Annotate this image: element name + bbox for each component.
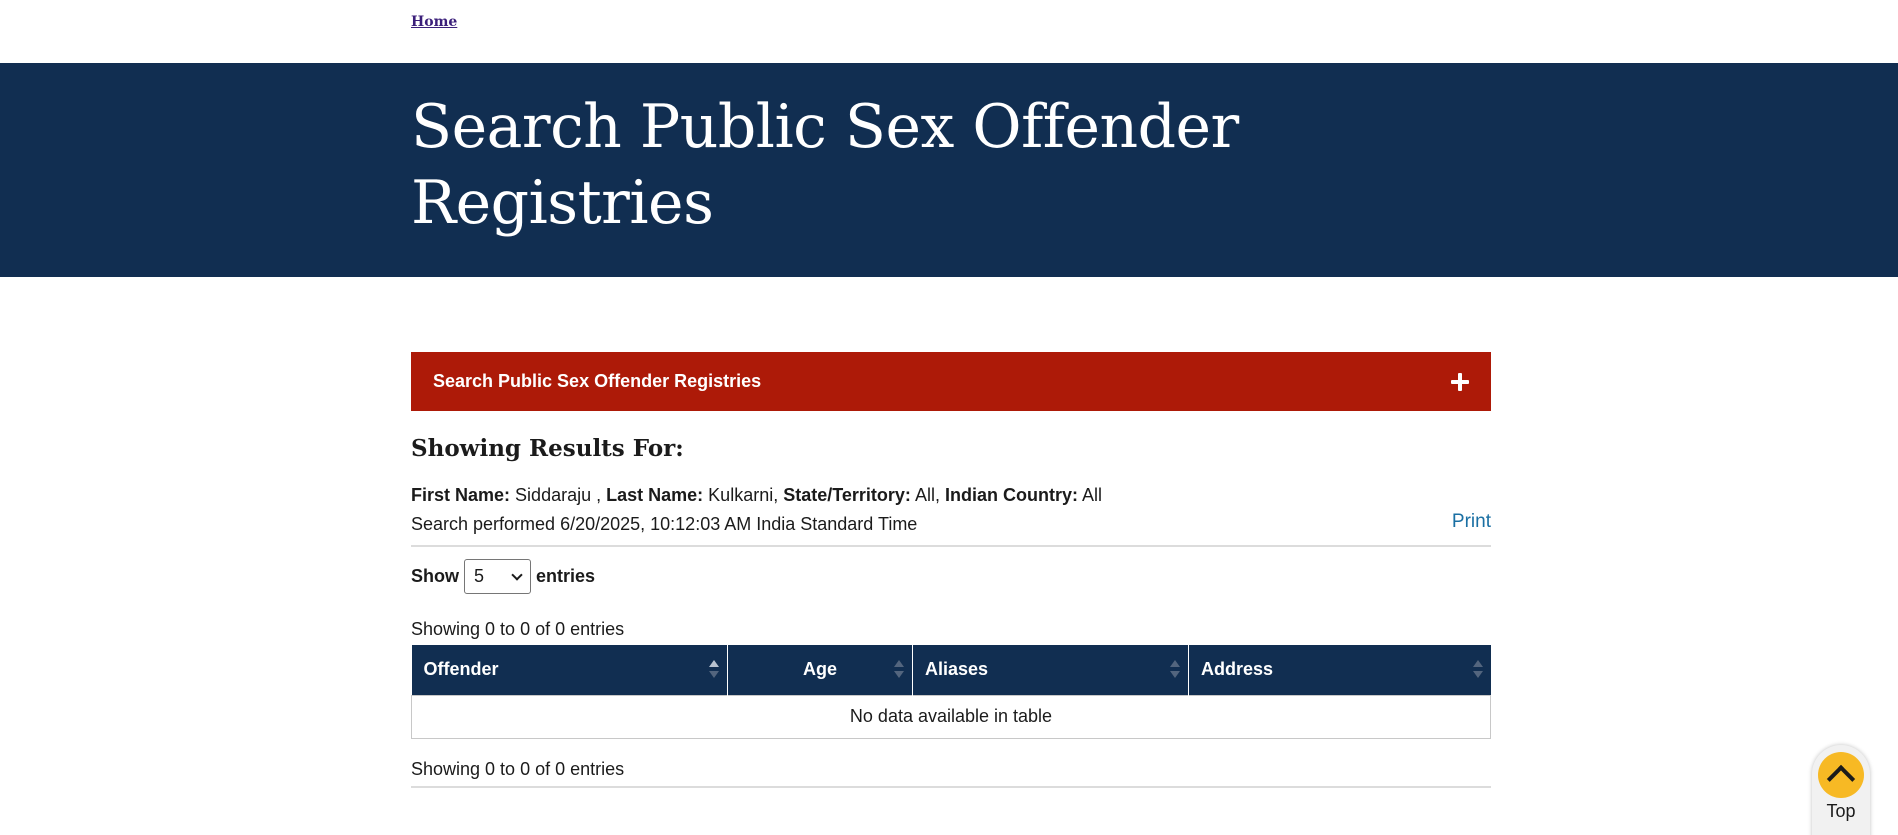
page-title-line2: Registries bbox=[411, 168, 714, 238]
show-label: Show bbox=[411, 566, 459, 586]
last-name-value: Kulkarni, bbox=[708, 485, 779, 505]
back-to-top-button[interactable]: Top bbox=[1812, 745, 1870, 835]
first-name-value: Siddaraju , bbox=[515, 485, 602, 505]
first-name-label: First Name: bbox=[411, 485, 511, 505]
home-link[interactable]: Home bbox=[411, 14, 457, 30]
column-header-offender[interactable]: Offender bbox=[411, 645, 728, 695]
entries-label: entries bbox=[536, 566, 596, 586]
chevron-up-icon bbox=[1818, 752, 1864, 798]
page-title: Search Public Sex Offender Registries bbox=[411, 89, 1311, 241]
state-value: All, bbox=[914, 485, 940, 505]
column-label: Address bbox=[1201, 659, 1274, 680]
indian-country-label: Indian Country: bbox=[944, 485, 1078, 505]
column-label: Aliases bbox=[925, 659, 989, 680]
main-content: Search Public Sex Offender Registries Sh… bbox=[411, 352, 1491, 788]
search-criteria: First Name: Siddaraju , Last Name: Kulka… bbox=[411, 481, 1491, 539]
last-name-label: Last Name: bbox=[606, 485, 704, 505]
column-header-aliases[interactable]: Aliases bbox=[912, 645, 1189, 695]
table-info-bottom: Showing 0 to 0 of 0 entries bbox=[411, 758, 625, 779]
sort-icon bbox=[1472, 660, 1483, 680]
column-header-address[interactable]: Address bbox=[1188, 645, 1491, 695]
criteria-line: First Name: Siddaraju , Last Name: Kulka… bbox=[411, 481, 1491, 510]
column-label: Age bbox=[802, 659, 837, 680]
entries-select-value: 5 bbox=[474, 566, 485, 586]
indian-country-value: All bbox=[1081, 485, 1102, 505]
table-header-row: Offender Age Aliases Address bbox=[411, 645, 1491, 695]
state-label: State/Territory: bbox=[783, 485, 911, 505]
page-title-line1: Search Public Sex Offender bbox=[411, 92, 1239, 162]
table-row: No data available in table bbox=[411, 694, 1491, 739]
sort-icon bbox=[894, 660, 904, 680]
search-accordion-toggle[interactable]: Search Public Sex Offender Registries bbox=[411, 352, 1491, 411]
back-to-top-label: Top bbox=[1826, 801, 1856, 821]
entries-select[interactable]: 5 bbox=[464, 559, 531, 594]
print-link[interactable]: Print bbox=[1452, 507, 1491, 536]
results-heading: Showing Results For: bbox=[411, 435, 684, 462]
search-timestamp: Search performed 6/20/2025, 10:12:03 AM … bbox=[411, 514, 918, 534]
page-length-control: Show 5 entries bbox=[411, 559, 1491, 594]
page-header: Search Public Sex Offender Registries bbox=[0, 63, 1898, 277]
accordion-title: Search Public Sex Offender Registries bbox=[433, 371, 762, 391]
divider bbox=[411, 545, 1491, 547]
sort-icon bbox=[1170, 660, 1180, 680]
sort-icon bbox=[709, 660, 719, 680]
results-table: Offender Age Aliases Address No data ava… bbox=[411, 645, 1491, 739]
empty-table-message: No data available in table bbox=[411, 694, 1491, 739]
chevron-down-icon bbox=[511, 568, 523, 581]
divider bbox=[411, 785, 1491, 788]
column-label: Offender bbox=[423, 659, 499, 680]
table-info-top: Showing 0 to 0 of 0 entries bbox=[411, 619, 625, 639]
column-header-age[interactable]: Age bbox=[727, 645, 913, 695]
plus-icon bbox=[1451, 372, 1469, 391]
top-nav: Home bbox=[0, 0, 1898, 63]
